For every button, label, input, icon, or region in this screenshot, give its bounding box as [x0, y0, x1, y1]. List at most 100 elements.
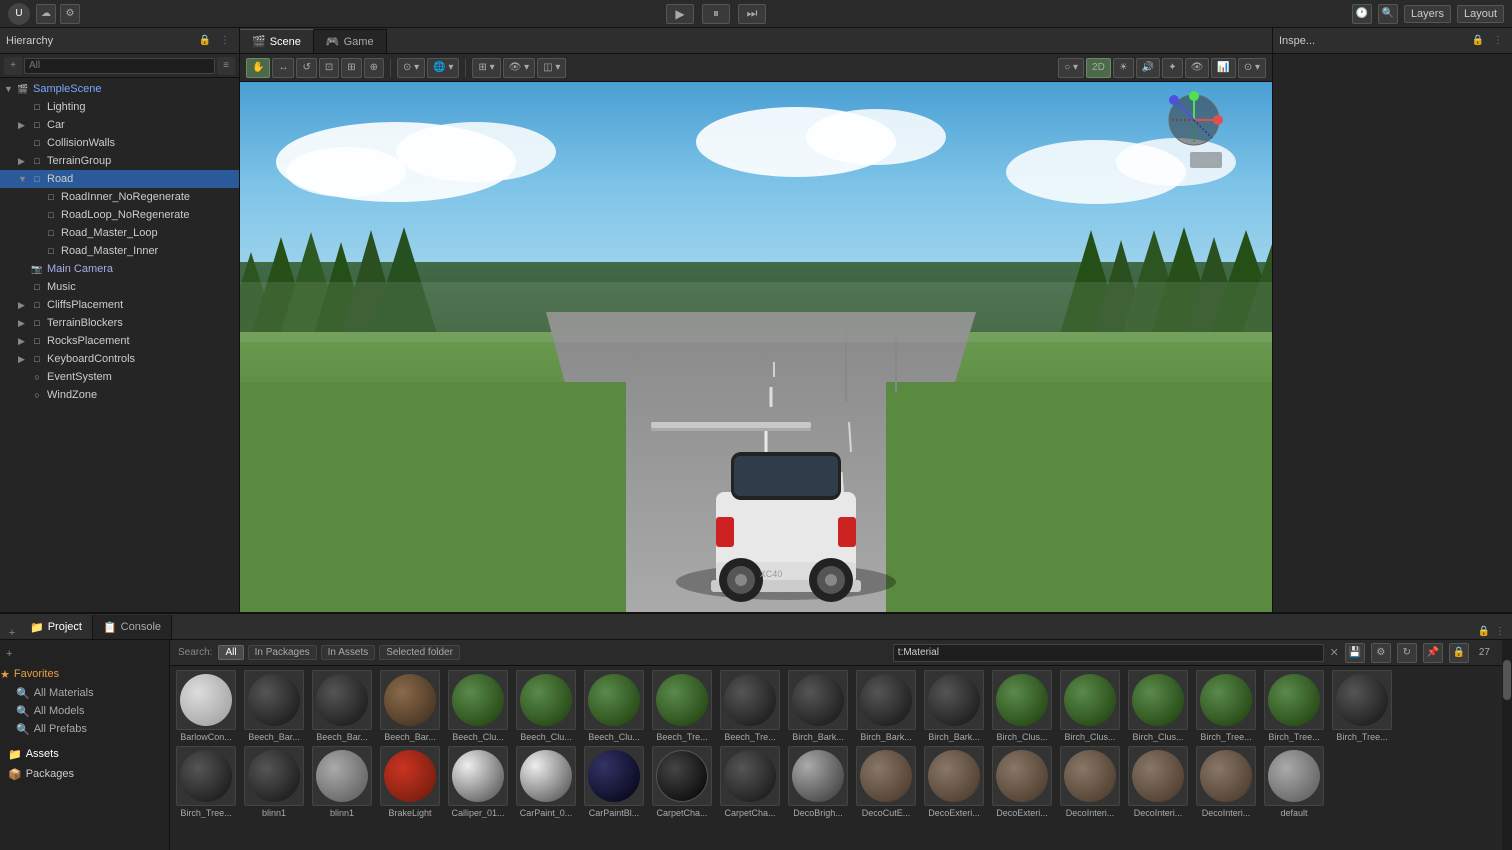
pivot-button[interactable]: ⊙ ▾ — [397, 58, 425, 78]
2d-button[interactable]: 2D — [1086, 58, 1111, 78]
asset-BeechClu1[interactable]: Beech_Clu... — [446, 670, 510, 742]
pin-button[interactable]: 📌 — [1423, 643, 1443, 663]
asset-BeechBar1[interactable]: Beech_Bar... — [242, 670, 306, 742]
scene-gizmo[interactable] — [1164, 90, 1224, 150]
grid-button[interactable]: ⊞ ▾ — [472, 58, 500, 78]
asset-BirchClus3[interactable]: Birch_Clus... — [1126, 670, 1190, 742]
audio-button[interactable]: 🔊 — [1136, 58, 1160, 78]
filter-selected-button[interactable]: Selected folder — [379, 645, 460, 660]
asset-BrakeLight[interactable]: BrakeLight — [378, 746, 442, 818]
bottom-panel-lock[interactable]: 🔒 — [1476, 623, 1492, 639]
hidden-button[interactable]: 👁 — [1185, 58, 1210, 78]
asset-DecoExteri2[interactable]: DecoExteri... — [990, 746, 1054, 818]
asset-Calliper[interactable]: Calliper_01... — [446, 746, 510, 818]
undo-history-button[interactable]: 🕐 — [1352, 4, 1372, 24]
transform-tool[interactable]: ⊕ — [364, 58, 384, 78]
tab-project[interactable]: 📁 Project — [20, 615, 93, 639]
hierarchy-lock-icon[interactable]: 🔒 — [197, 33, 213, 49]
search-button[interactable]: 🔍 — [1378, 4, 1398, 24]
asset-BirchBark2[interactable]: Birch_Bark... — [854, 670, 918, 742]
asset-BeechClu2[interactable]: Beech_Clu... — [514, 670, 578, 742]
hierarchy-item-SampleScene[interactable]: ▼ 🎬 SampleScene — [0, 80, 239, 98]
hand-tool[interactable]: ✋ — [246, 58, 270, 78]
clear-search-button[interactable]: ✕ — [1330, 646, 1339, 659]
add-tab-button[interactable]: + — [4, 627, 20, 639]
hierarchy-item-RoadInner[interactable]: □ RoadInner_NoRegenerate — [0, 188, 239, 206]
bottom-panel-menu[interactable]: ⋮ — [1492, 623, 1508, 639]
hierarchy-item-Music[interactable]: □ Music — [0, 278, 239, 296]
hierarchy-options-button[interactable]: ≡ — [217, 57, 235, 75]
asset-BirchTree2[interactable]: Birch_Tree... — [1262, 670, 1326, 742]
asset-BeechBar3[interactable]: Beech_Bar... — [378, 670, 442, 742]
asset-DecoInteri2[interactable]: DecoInteri... — [1126, 746, 1190, 818]
hierarchy-item-Road[interactable]: ▼ □ Road — [0, 170, 239, 188]
tab-console[interactable]: 📋 Console — [93, 615, 172, 639]
asset-BeechBar2[interactable]: Beech_Bar... — [310, 670, 374, 742]
asset-DecoInteri1[interactable]: DecoInteri... — [1058, 746, 1122, 818]
hierarchy-item-Lighting[interactable]: □ Lighting — [0, 98, 239, 116]
layers-dropdown[interactable]: Layers — [1404, 5, 1451, 23]
hierarchy-item-TerrainBlockers[interactable]: ▶ □ TerrainBlockers — [0, 314, 239, 332]
stats-button[interactable]: 📊 — [1211, 58, 1235, 78]
hierarchy-item-RocksPlacement[interactable]: ▶ □ RocksPlacement — [0, 332, 239, 350]
asset-BeechTre2[interactable]: Beech_Tre... — [718, 670, 782, 742]
asset-BirchBark1[interactable]: Birch_Bark... — [786, 670, 850, 742]
asset-BirchClus2[interactable]: Birch_Clus... — [1058, 670, 1122, 742]
shading-button[interactable]: ○ ▾ — [1058, 58, 1084, 78]
project-all-models[interactable]: 🔍 All Models — [0, 702, 169, 720]
hierarchy-item-CliffsPlacement[interactable]: ▶ □ CliffsPlacement — [0, 296, 239, 314]
rotate-tool[interactable]: ↺ — [296, 58, 316, 78]
add-gameobject-button[interactable]: + — [4, 57, 22, 75]
asset-DecoCutE[interactable]: DecoCutE... — [854, 746, 918, 818]
unity-logo[interactable]: U — [8, 3, 30, 25]
filter-packages-button[interactable]: In Packages — [248, 645, 317, 660]
hierarchy-item-Car[interactable]: ▶ □ Car — [0, 116, 239, 134]
search-options-button[interactable]: ⚙ — [1371, 643, 1391, 663]
scene-view[interactable]: XC40 — [240, 82, 1272, 612]
project-all-materials[interactable]: 🔍 All Materials — [0, 684, 169, 702]
refresh-button[interactable]: ↻ — [1397, 643, 1417, 663]
vis-button[interactable]: 👁 ▾ — [503, 58, 536, 78]
hierarchy-item-WindZone[interactable]: ○ WindZone — [0, 386, 239, 404]
hierarchy-item-RoadMasterLoop[interactable]: □ Road_Master_Loop — [0, 224, 239, 242]
collab-button[interactable]: ⚙ — [60, 4, 80, 24]
effects-button[interactable]: ✦ — [1162, 58, 1182, 78]
play-button[interactable]: ▶ — [666, 4, 694, 24]
asset-BarlowCon[interactable]: BarlowCon... — [174, 670, 238, 742]
asset-BeechClu3[interactable]: Beech_Clu... — [582, 670, 646, 742]
filter-assets-button[interactable]: In Assets — [321, 645, 376, 660]
tab-game[interactable]: 🎮 Game — [314, 29, 387, 53]
asset-CarPaint0[interactable]: CarPaint_0... — [514, 746, 578, 818]
inspector-lock-button[interactable]: 🔒 — [1470, 33, 1486, 49]
tab-scene[interactable]: 🎬 Scene — [240, 29, 314, 53]
asset-DecoInteri3[interactable]: DecoInteri... — [1194, 746, 1258, 818]
scale-tool[interactable]: ⊡ — [319, 58, 339, 78]
project-assets-folder[interactable]: 📁 Assets — [0, 744, 169, 764]
hierarchy-item-MainCamera[interactable]: 📷 Main Camera — [0, 260, 239, 278]
hierarchy-item-TerrainGroup[interactable]: ▶ □ TerrainGroup — [0, 152, 239, 170]
scrollbar-thumb[interactable] — [1503, 660, 1511, 700]
global-button[interactable]: 🌐 ▾ — [427, 58, 459, 78]
asset-BirchTree4[interactable]: Birch_Tree... — [174, 746, 238, 818]
move-tool[interactable]: ↔ — [272, 58, 294, 78]
project-all-prefabs[interactable]: 🔍 All Prefabs — [0, 720, 169, 738]
light-button[interactable]: ☀ — [1113, 58, 1134, 78]
hierarchy-item-EventSystem[interactable]: ○ EventSystem — [0, 368, 239, 386]
hierarchy-item-CollisionWalls[interactable]: □ CollisionWalls — [0, 134, 239, 152]
asset-BirchClus1[interactable]: Birch_Clus... — [990, 670, 1054, 742]
project-add-button[interactable]: + — [6, 648, 12, 660]
hierarchy-item-RoadLoop[interactable]: □ RoadLoop_NoRegenerate — [0, 206, 239, 224]
asset-blinn1b[interactable]: blinn1 — [310, 746, 374, 818]
asset-DecoBright[interactable]: DecoBrigh... — [786, 746, 850, 818]
hierarchy-menu-icon[interactable]: ⋮ — [217, 33, 233, 49]
asset-BirchTree3[interactable]: Birch_Tree... — [1330, 670, 1394, 742]
layout-dropdown[interactable]: Layout — [1457, 5, 1504, 23]
hierarchy-item-RoadMasterInner[interactable]: □ Road_Master_Inner — [0, 242, 239, 260]
filter-all-button[interactable]: All — [218, 645, 243, 660]
snap-button[interactable]: ◫ ▾ — [537, 58, 566, 78]
rect-tool[interactable]: ⊞ — [341, 58, 361, 78]
asset-DecoExteri1[interactable]: DecoExteri... — [922, 746, 986, 818]
lock-assets-button[interactable]: 🔒 — [1449, 643, 1469, 663]
project-packages-folder[interactable]: 📦 Packages — [0, 764, 169, 784]
asset-CarPaintBl[interactable]: CarPaintBl... — [582, 746, 646, 818]
